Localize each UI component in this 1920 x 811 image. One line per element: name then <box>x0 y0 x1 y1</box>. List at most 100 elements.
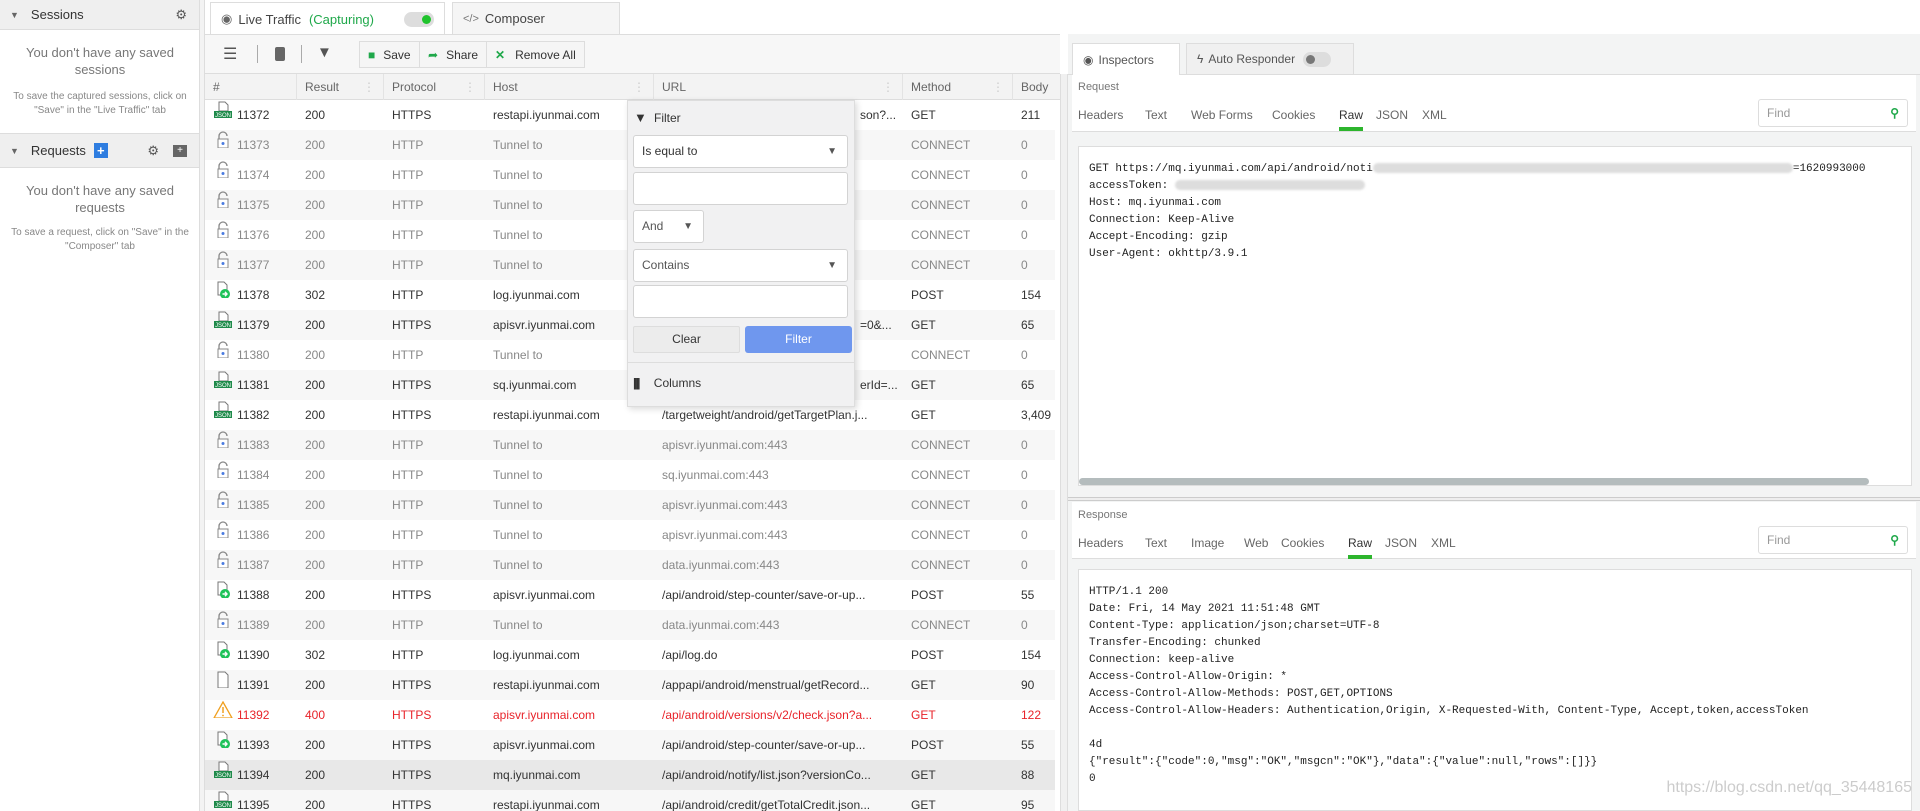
subtab-xml[interactable]: XML <box>1431 536 1456 550</box>
row-protocol: HTTP <box>392 618 424 632</box>
column-header-body[interactable]: Body <box>1013 74 1060 100</box>
column-header-number[interactable]: # <box>205 74 297 100</box>
operator-select-1[interactable]: Is equal to ▼ <box>633 135 848 168</box>
sessions-header[interactable]: ▼ Sessions ⚙ <box>0 0 199 30</box>
horizontal-scrollbar[interactable] <box>1079 478 1869 485</box>
subtab-headers[interactable]: Headers <box>1078 536 1123 550</box>
columns-menu-item[interactable]: |||| Columns <box>633 371 848 395</box>
row-protocol: HTTPS <box>392 708 432 722</box>
search-icon[interactable]: ⚲ <box>1890 527 1899 553</box>
column-header-result[interactable]: Result ⋮ <box>297 74 384 100</box>
table-row[interactable]: 11387 200 HTTP Tunnel to data.iyunmai.com:44… <box>205 550 1055 580</box>
row-method: CONNECT <box>911 258 971 272</box>
response-line: {"result":{"code":0,"msg":"OK","msgcn":"… <box>1089 756 1598 768</box>
subtab-headers[interactable]: Headers <box>1078 108 1123 122</box>
row-protocol: HTTP <box>392 528 424 542</box>
users-gear-icon[interactable]: ⚙ <box>175 7 187 23</box>
column-header-protocol[interactable]: Protocol ⋮ <box>384 74 485 100</box>
subtab-xml[interactable]: XML <box>1422 108 1447 122</box>
save-button[interactable]: ■ Save <box>359 41 420 68</box>
tab-label: Live Traffic <box>238 11 301 27</box>
row-body: 154 <box>1021 288 1042 302</box>
row-body: 55 <box>1021 588 1035 602</box>
stream-icon[interactable] <box>275 47 285 61</box>
subtab-raw[interactable]: Raw <box>1348 536 1373 559</box>
row-host: Tunnel to <box>493 348 543 362</box>
filter-value-input-2[interactable] <box>633 285 848 318</box>
add-request-button[interactable]: + <box>93 143 108 158</box>
menu-icon[interactable]: ☰ <box>223 44 237 64</box>
table-row[interactable]: 11393 200 HTTPS apisvr.iyunmai.com/api/andr… <box>205 730 1055 760</box>
logic-select[interactable]: And ▼ <box>633 210 704 243</box>
lock-icon <box>213 340 233 358</box>
row-url: son?... <box>860 108 897 122</box>
table-row[interactable]: 11383 200 HTTP Tunnel to apisvr.iyunmai.com:… <box>205 430 1055 460</box>
tab-inspectors[interactable]: ◉ Inspectors <box>1072 43 1180 75</box>
operator-select-2[interactable]: Contains ▼ <box>633 249 848 282</box>
subtab-text[interactable]: Text <box>1145 108 1167 122</box>
response-raw-view[interactable]: HTTP/1.1 200 Date: Fri, 14 May 2021 11:51… <box>1078 569 1912 811</box>
request-find-input[interactable]: Find ⚲ <box>1758 99 1908 127</box>
column-header-method[interactable]: Method ⋮ <box>903 74 1013 100</box>
main-splitter[interactable] <box>1060 74 1068 811</box>
subtab-image[interactable]: Image <box>1191 536 1224 550</box>
add-folder-icon[interactable]: + <box>173 144 187 157</box>
table-row[interactable]: JSON 11395 200 HTTPS restapi.iyunmai.com/api… <box>205 790 1055 811</box>
table-row[interactable]: 11388 200 HTTPS apisvr.iyunmai.com/api/andr… <box>205 580 1055 610</box>
subtab-json[interactable]: JSON <box>1385 536 1417 550</box>
requests-header[interactable]: ▼ Requests + ⚙ + <box>0 133 199 168</box>
table-row[interactable]: 11392 400 HTTPS apisvr.iyunmai.com/api/andr… <box>205 700 1055 730</box>
table-row[interactable]: 11384 200 HTTP Tunnel to sq.iyunmai.com:443 C… <box>205 460 1055 490</box>
capture-toggle[interactable] <box>404 11 434 27</box>
row-id: 11381 <box>237 378 270 392</box>
table-row[interactable]: 11389 200 HTTP Tunnel to data.iyunmai.com:44… <box>205 610 1055 640</box>
filter-icon[interactable]: ▼ <box>317 44 332 61</box>
remove-all-button[interactable]: ✕ Remove All <box>486 41 585 68</box>
tab-auto-responder[interactable]: ϟ Auto Responder <box>1186 43 1354 74</box>
row-host: Tunnel to <box>493 258 543 272</box>
row-host: sq.iyunmai.com <box>493 378 577 392</box>
panel-splitter[interactable] <box>1068 497 1920 501</box>
table-row[interactable]: 11390 302 HTTP log.iyunmai.com/api/log.do PO… <box>205 640 1055 670</box>
tab-live-traffic[interactable]: ◉ Live Traffic (Capturing) <box>210 2 445 35</box>
row-method: POST <box>911 588 944 602</box>
table-row[interactable]: 11391 200 HTTPS restapi.iyunmai.com/appapi/… <box>205 670 1055 700</box>
row-body: 88 <box>1021 768 1035 782</box>
table-row[interactable]: 11386 200 HTTP Tunnel to apisvr.iyunmai.com:… <box>205 520 1055 550</box>
subtab-cookies[interactable]: Cookies <box>1272 108 1315 122</box>
response-line: Access-Control-Allow-Headers: Authentica… <box>1089 705 1809 717</box>
row-id: 11383 <box>237 438 270 452</box>
svg-text:JSON: JSON <box>215 803 231 808</box>
table-row[interactable]: 11385 200 HTTP Tunnel to apisvr.iyunmai.com:… <box>205 490 1055 520</box>
filter-apply-button[interactable]: Filter <box>745 326 852 353</box>
subtab-web[interactable]: Web <box>1244 536 1268 550</box>
share-button[interactable]: ➦ Share <box>419 41 488 68</box>
table-row[interactable]: JSON 11394 200 HTTPS mq.iyunmai.com/api/andr… <box>205 760 1055 790</box>
row-protocol: HTTP <box>392 258 424 272</box>
subtab-text[interactable]: Text <box>1145 536 1167 550</box>
row-result: 200 <box>305 498 326 512</box>
clear-button[interactable]: Clear <box>633 326 740 353</box>
subtab-json[interactable]: JSON <box>1376 108 1408 122</box>
request-raw-view[interactable]: GET https://mq.iyunmai.com/api/android/n… <box>1078 146 1912 486</box>
subtab-raw[interactable]: Raw <box>1339 108 1364 131</box>
subtab-web-forms[interactable]: Web Forms <box>1191 108 1253 122</box>
svg-text:JSON: JSON <box>215 113 231 118</box>
chevron-down-icon: ▼ <box>827 146 837 157</box>
tab-composer[interactable]: </> Composer <box>452 2 620 34</box>
request-line: Host: mq.iyunmai.com <box>1089 197 1222 209</box>
auto-responder-toggle[interactable] <box>1303 51 1332 67</box>
redirect-icon <box>213 730 233 748</box>
users-gear-icon[interactable]: ⚙ <box>147 143 159 159</box>
filter-value-input-1[interactable] <box>633 172 848 205</box>
column-header-host[interactable]: Host ⋮ <box>485 74 654 100</box>
collapse-icon[interactable]: ▼ <box>10 10 19 20</box>
row-url: sq.iyunmai.com:443 <box>662 468 769 482</box>
collapse-icon[interactable]: ▼ <box>10 146 19 156</box>
search-icon[interactable]: ⚲ <box>1890 100 1899 126</box>
row-body: 65 <box>1021 378 1035 392</box>
subtab-cookies[interactable]: Cookies <box>1281 536 1324 550</box>
row-id: 11394 <box>237 768 270 782</box>
column-header-url[interactable]: URL ⋮ <box>654 74 903 100</box>
response-find-input[interactable]: Find ⚲ <box>1758 526 1908 554</box>
